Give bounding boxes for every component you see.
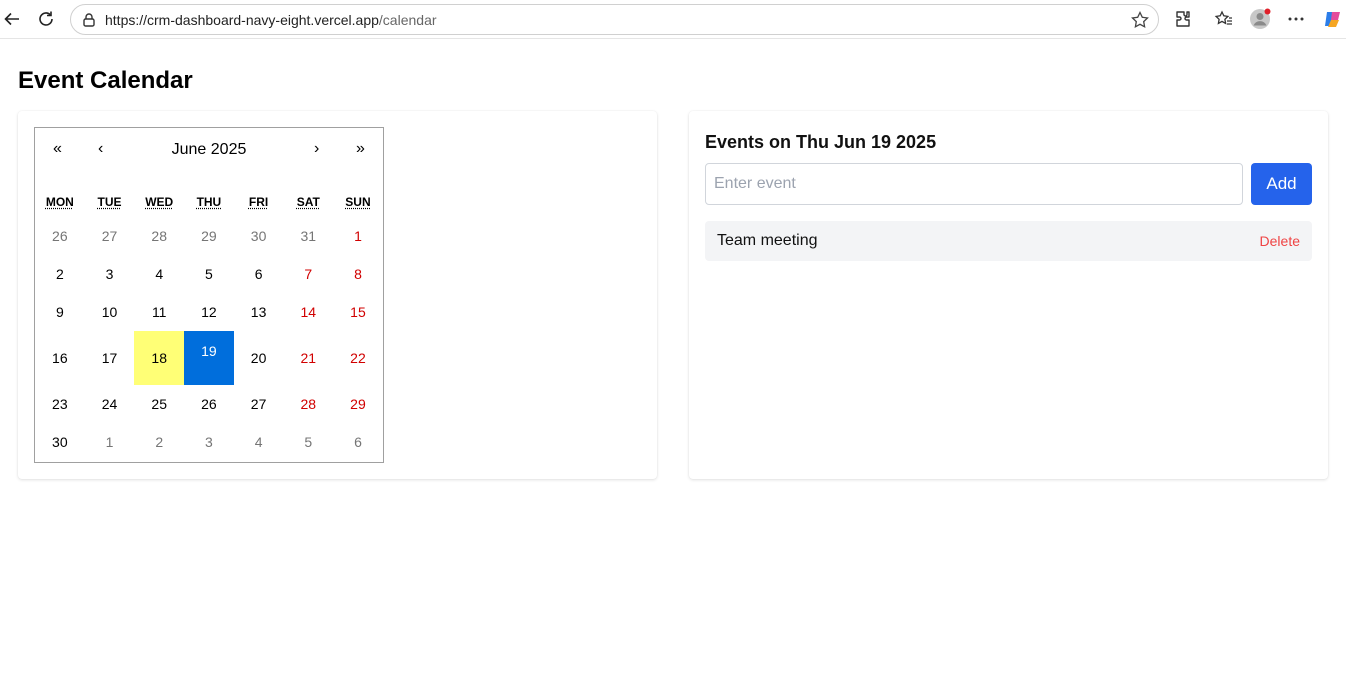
- calendar-day[interactable]: 31: [283, 217, 333, 255]
- calendar-navigation: « ‹ June 2025 › »: [35, 128, 383, 172]
- event-input[interactable]: [705, 163, 1243, 205]
- calendar-day[interactable]: 7: [283, 255, 333, 293]
- calendar-day[interactable]: 4: [134, 255, 184, 293]
- next-month-button[interactable]: ›: [314, 140, 319, 158]
- events-heading: Events on Thu Jun 19 2025: [705, 132, 937, 152]
- calendar-day[interactable]: 5: [283, 423, 333, 461]
- calendar-day[interactable]: 19: [184, 331, 234, 385]
- calendar-day[interactable]: 3: [184, 423, 234, 461]
- calendar-day[interactable]: 2: [134, 423, 184, 461]
- calendar-day[interactable]: 1: [333, 217, 383, 255]
- calendar-week-row: 2345678: [35, 255, 383, 293]
- page-title: Event Calendar: [18, 67, 193, 94]
- calendar-week-row: 30 1 2 3 4 5 6: [35, 423, 383, 461]
- month-year-label[interactable]: June 2025: [123, 141, 295, 159]
- calendar-days-grid: 26 27 28 29 30 31 1 2 3 4 5 6 7 8 9 10 11 12 13 14 15 16 17 18 1…: [35, 217, 383, 461]
- calendar: « ‹ June 2025 › » MON TUE WED THU FRI SA…: [34, 127, 384, 463]
- calendar-day[interactable]: 3: [85, 255, 135, 293]
- calendar-day[interactable]: 27: [234, 385, 284, 423]
- weekday-label: FRI: [248, 195, 269, 209]
- calendar-day[interactable]: 6: [234, 255, 284, 293]
- add-event-button[interactable]: Add: [1251, 163, 1312, 205]
- weekday-label: TUE: [97, 195, 122, 209]
- calendar-day[interactable]: 23: [35, 385, 85, 423]
- calendar-day[interactable]: 11: [134, 293, 184, 331]
- calendar-day[interactable]: 4: [234, 423, 284, 461]
- calendar-week-row: 23 24 25 26 27 28 29: [35, 385, 383, 423]
- back-icon[interactable]: [0, 7, 24, 31]
- calendar-day[interactable]: 14: [283, 293, 333, 331]
- calendar-day[interactable]: 17: [85, 331, 135, 385]
- calendar-day[interactable]: 29: [333, 385, 383, 423]
- delete-event-button[interactable]: Delete: [1260, 233, 1300, 249]
- favorites-icon[interactable]: [1213, 8, 1235, 30]
- weekday-label: SUN: [345, 195, 371, 209]
- calendar-day[interactable]: 9: [35, 293, 85, 331]
- event-name: Team meeting: [717, 232, 818, 249]
- calendar-day[interactable]: 25: [134, 385, 184, 423]
- address-bar[interactable]: https://crm-dashboard-navy-eight.vercel.…: [70, 4, 1159, 35]
- extensions-icon[interactable]: [1172, 8, 1194, 30]
- calendar-day[interactable]: 21: [283, 331, 333, 385]
- calendar-day[interactable]: 15: [333, 293, 383, 331]
- calendar-card: « ‹ June 2025 › » MON TUE WED THU FRI SA…: [18, 111, 657, 479]
- favorite-star-icon[interactable]: [1130, 10, 1150, 30]
- calendar-day[interactable]: 30: [35, 423, 85, 461]
- calendar-day[interactable]: 18: [134, 331, 185, 385]
- calendar-day[interactable]: 8: [333, 255, 383, 293]
- calendar-day[interactable]: 10: [85, 293, 135, 331]
- calendar-day[interactable]: 30: [234, 217, 284, 255]
- reload-icon[interactable]: [34, 7, 58, 31]
- calendar-day[interactable]: 26: [184, 385, 234, 423]
- events-card: Events on Thu Jun 19 2025 Add Team meeti…: [689, 111, 1328, 479]
- calendar-day[interactable]: 13: [234, 293, 284, 331]
- calendar-day[interactable]: 24: [85, 385, 135, 423]
- calendar-day[interactable]: 6: [333, 423, 383, 461]
- url-text: https://crm-dashboard-navy-eight.vercel.…: [105, 12, 437, 28]
- calendar-day[interactable]: 1: [85, 423, 135, 461]
- calendar-day[interactable]: 5: [184, 255, 234, 293]
- more-menu-icon[interactable]: [1285, 8, 1307, 30]
- next-year-button[interactable]: »: [356, 140, 365, 158]
- weekday-header: MON TUE WED THU FRI SAT SUN: [35, 195, 383, 209]
- calendar-day[interactable]: 28: [283, 385, 333, 423]
- prev-year-button[interactable]: «: [53, 140, 62, 158]
- calendar-day[interactable]: 2: [35, 255, 85, 293]
- calendar-day[interactable]: 12: [184, 293, 234, 331]
- weekday-label: SAT: [296, 195, 320, 209]
- lock-icon[interactable]: [81, 12, 97, 28]
- event-list-item: Team meeting Delete: [705, 221, 1312, 261]
- calendar-day[interactable]: 28: [134, 217, 184, 255]
- browser-toolbar: https://crm-dashboard-navy-eight.vercel.…: [0, 0, 1346, 39]
- calendar-day[interactable]: 27: [85, 217, 135, 255]
- calendar-day[interactable]: 20: [234, 331, 284, 385]
- profile-avatar[interactable]: [1249, 8, 1271, 30]
- calendar-day[interactable]: 16: [35, 331, 85, 385]
- calendar-week-row: 9 10 11 12 13 14 15: [35, 293, 383, 331]
- calendar-week-row: 26 27 28 29 30 31 1: [35, 217, 383, 255]
- calendar-week-row: 16 17 18 19 20 21 22: [35, 331, 383, 385]
- calendar-day[interactable]: 26: [35, 217, 85, 255]
- calendar-day[interactable]: 29: [184, 217, 234, 255]
- copilot-icon[interactable]: [1322, 8, 1344, 30]
- weekday-label: THU: [196, 195, 222, 209]
- weekday-label: MON: [45, 195, 74, 209]
- calendar-day[interactable]: 22: [333, 331, 383, 385]
- weekday-label: WED: [145, 195, 174, 209]
- prev-month-button[interactable]: ‹: [98, 140, 103, 158]
